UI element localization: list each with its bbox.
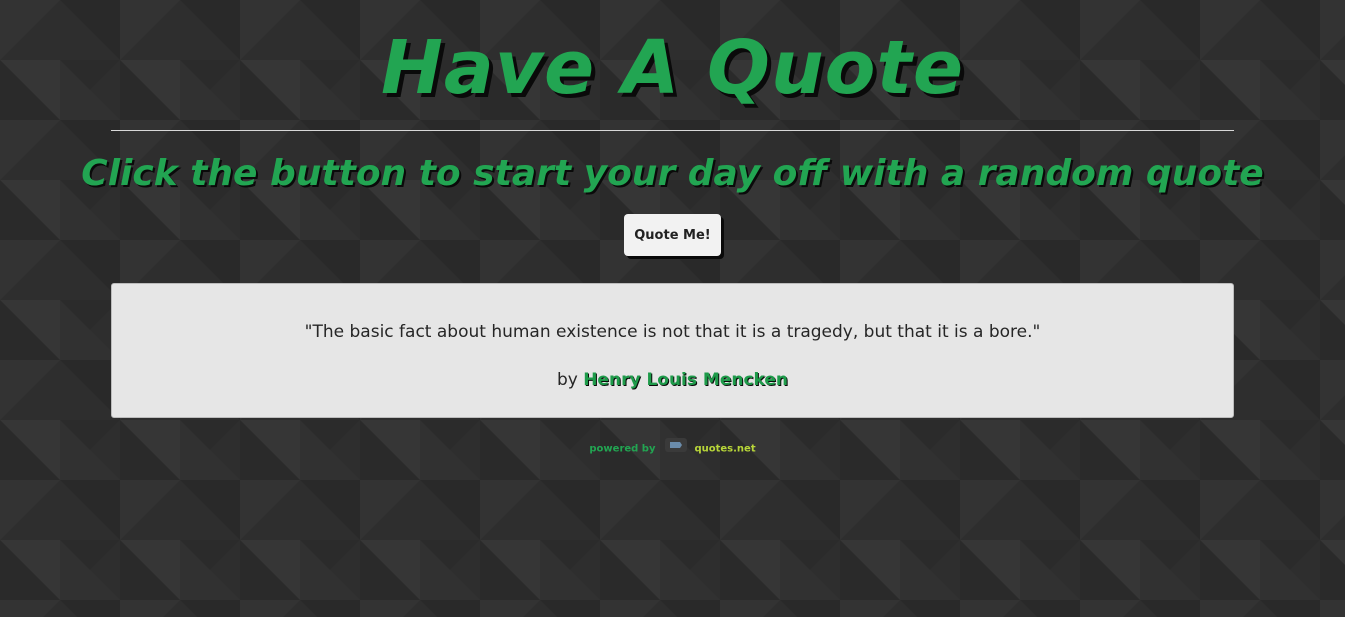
powered-by: powered by quotes.net [0,438,1345,459]
page-subtitle: Click the button to start your day off w… [81,153,1264,194]
title-divider [111,130,1234,131]
quote-byline: by Henry Louis Mencken [112,368,1233,392]
quote-box: "The basic fact about human existence is… [111,283,1234,418]
author-link[interactable]: Henry Louis Mencken [583,370,788,390]
page: Have A Quote Click the button to start y… [0,0,1345,617]
page-title: Have A Quote [380,25,965,111]
powered-by-label: powered by [589,443,656,455]
quote-text: "The basic fact about human existence is… [304,322,1041,342]
quote-me-button[interactable]: Quote Me! [624,214,721,256]
by-label: by [556,370,578,390]
quotes-net-logo-icon [664,438,687,459]
quotes-net-link[interactable]: quotes.net [694,444,755,455]
